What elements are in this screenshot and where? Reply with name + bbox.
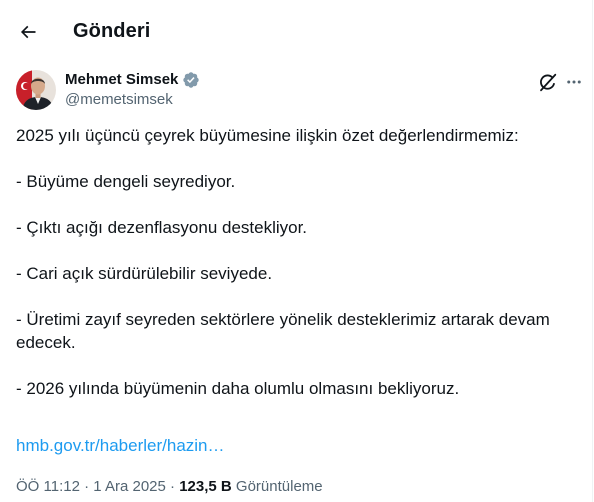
arrow-left-icon [20,25,36,39]
post-time[interactable]: ÖÖ 11:12 [16,478,80,495]
post-text: 2025 yılı üçüncü çeyrek büyümesine ilişk… [16,124,576,400]
author-handle[interactable]: @memetsimsek [65,90,173,110]
page-header: Gönderi [0,0,593,64]
avatar[interactable] [16,70,56,110]
post-line: - Büyüme dengeli seyrediyor. [16,172,236,191]
meta-separator: · [84,478,90,495]
post-line: - Çıktı açığı dezenflasyonu destekliyor. [16,218,308,237]
verified-badge-icon [183,72,200,88]
post-detail-page: Gönderi Mehmet Simsek @memetsimsek 2025 … [0,0,593,502]
more-options-button[interactable] [563,71,585,93]
post-meta: ÖÖ 11:12 · 1 Ara 2025 · 123,5 B Görüntül… [16,477,323,497]
views-label: Görüntüleme [235,478,323,495]
post-line: - Üretimi zayıf seyreden sektörlere yöne… [16,310,550,352]
author-name-text: Mehmet Simsek [65,71,179,88]
more-horizontal-icon [567,80,581,84]
profile-photo [16,70,56,110]
grok-icon [539,73,556,91]
back-button[interactable] [11,15,45,49]
post-line: - Cari açık sürdürülebilir seviyede. [16,264,273,283]
post-link[interactable]: hmb.gov.tr/haberler/hazin… [16,434,225,457]
post-line: - 2026 yılında büyümenin daha olumlu olm… [16,379,460,398]
page-title: Gönderi [73,20,151,42]
author-name[interactable]: Mehmet Simsek [65,70,200,90]
views-count: 123,5 B [179,478,232,495]
post-line: 2025 yılı üçüncü çeyrek büyümesine ilişk… [16,126,519,145]
meta-separator: · [170,478,176,495]
grok-button[interactable] [536,71,558,93]
post-date[interactable]: 1 Ara 2025 [93,478,166,495]
